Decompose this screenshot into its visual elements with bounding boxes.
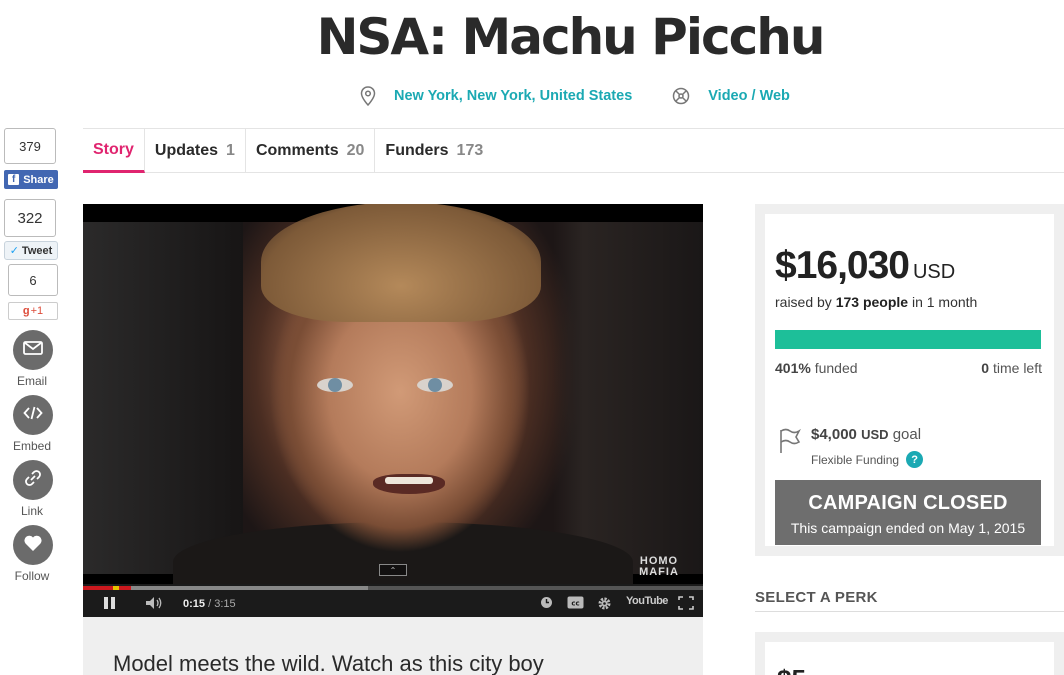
campaign-closed-banner: CAMPAIGN CLOSED This campaign ended on M…: [775, 480, 1041, 545]
svg-text:cc: cc: [571, 600, 579, 608]
twitter-tweet-count: 322: [4, 199, 56, 237]
current-time: 0:15: [183, 598, 206, 610]
tab-label: Funders: [385, 142, 449, 159]
link-label: Link: [20, 504, 43, 518]
social-share-rail: 379 f Share 322 ✓ Tweet 6 g +1 Email Emb…: [4, 128, 60, 583]
watermark-text: HOMO MAFIA: [639, 555, 679, 578]
video-watermark: HOMO MAFIA: [631, 556, 687, 578]
twitter-tweet-button[interactable]: ✓ Tweet: [4, 241, 58, 260]
facebook-share-button[interactable]: f Share: [4, 170, 58, 189]
location-link[interactable]: New York, New York, United States: [394, 88, 632, 104]
clock-icon: [541, 597, 552, 608]
tab-funders[interactable]: Funders 173: [375, 129, 493, 173]
select-perk-heading: SELECT A PERK: [755, 589, 878, 606]
tab-count: 173: [456, 142, 484, 159]
envelope-icon: [23, 340, 43, 360]
closed-subtitle: This campaign ended on May 1, 2015: [790, 520, 1026, 536]
tab-count: 20: [346, 142, 365, 159]
captions-icon: cc: [567, 596, 584, 609]
youtube-logo[interactable]: YouTube: [626, 595, 668, 607]
raised-duration: in 1 month: [911, 294, 978, 310]
campaign-tabs: Story Updates 1 Comments 20 Funders 173: [83, 129, 493, 173]
code-icon: [23, 405, 43, 426]
time-left-value: 0: [981, 360, 990, 376]
follow-label: Follow: [14, 569, 50, 583]
film-reel-icon: [672, 87, 690, 105]
expand-controls-icon[interactable]: ⌃: [379, 564, 407, 576]
perk-amount: $5: [777, 664, 806, 675]
embed-button[interactable]: [13, 395, 53, 435]
gplus-count: 6: [8, 264, 58, 296]
gear-icon: [598, 597, 611, 610]
tab-comments[interactable]: Comments 20: [246, 129, 376, 173]
percent-value: 401%: [775, 360, 811, 376]
category-link[interactable]: Video / Web: [708, 88, 790, 104]
tweet-label: Tweet: [21, 244, 53, 257]
follow-button[interactable]: [13, 525, 53, 565]
captions-button[interactable]: cc: [567, 596, 584, 609]
time-left-label: time left: [992, 360, 1042, 376]
email-share-button[interactable]: [13, 330, 53, 370]
amount-currency: USD: [912, 261, 956, 283]
funder-count: 173 people: [835, 294, 909, 310]
copy-link-button[interactable]: [13, 460, 53, 500]
gplus-button[interactable]: g +1: [8, 302, 58, 320]
gplus-label: +1: [30, 305, 44, 317]
tab-label: Story: [93, 140, 134, 158]
video-progress-bar[interactable]: [83, 586, 703, 590]
tab-label: Comments: [255, 142, 339, 159]
goal-label: goal: [892, 426, 922, 443]
story-description: Model meets the wild. Watch as this city…: [83, 617, 703, 675]
pause-button[interactable]: [103, 596, 117, 610]
funding-panel: $16,030 USD raised by 173 people in 1 mon…: [755, 204, 1064, 556]
video-time: 0:15 / 3:15: [183, 598, 236, 610]
perk-card[interactable]: $5: [755, 632, 1064, 675]
link-icon: [23, 468, 43, 493]
help-icon[interactable]: ?: [906, 451, 924, 468]
closed-title: CAMPAIGN CLOSED: [808, 492, 1008, 514]
fullscreen-icon: [678, 596, 694, 610]
youtube-icon: YouTube: [626, 595, 668, 607]
flag-icon: [779, 428, 801, 459]
video-player[interactable]: HOMO MAFIA ⌃ 0:15 / 3:15 cc YouTube: [83, 204, 703, 617]
funding-progress-bar: [775, 330, 1041, 349]
facebook-icon: f: [8, 174, 20, 185]
location-pin-icon: [360, 86, 376, 106]
raised-summary: raised by 173 people in 1 month: [775, 294, 977, 310]
pause-icon: [104, 597, 115, 609]
campaign-meta: New York, New York, United States Video …: [360, 86, 790, 106]
tab-label: Updates: [154, 142, 219, 159]
watch-later-button[interactable]: [540, 596, 553, 609]
volume-icon: [146, 597, 162, 609]
duration: / 3:15: [208, 598, 236, 610]
goal-amount: $4,000: [811, 426, 857, 443]
fullscreen-button[interactable]: [678, 596, 694, 610]
time-left: 0 time left: [981, 360, 1042, 376]
email-label: Email: [16, 374, 47, 388]
tab-story[interactable]: Story: [83, 129, 145, 173]
gplus-icon: g: [22, 305, 30, 317]
funding-goal: $4,000 USD goal Flexible Funding ?: [779, 426, 924, 468]
page-title: NSA: Machu Picchu: [316, 8, 826, 66]
heart-icon: [23, 534, 43, 557]
funded-percent: 401% funded: [775, 360, 858, 376]
tab-count: 1: [226, 142, 235, 159]
goal-currency: USD: [861, 427, 889, 442]
amount-value: $16,030: [775, 244, 910, 287]
raised-amount: $16,030 USD: [775, 244, 955, 288]
settings-button[interactable]: [597, 596, 612, 611]
facebook-share-label: Share: [23, 173, 54, 186]
raised-prefix: raised by: [775, 294, 832, 310]
funding-type: Flexible Funding: [811, 452, 900, 467]
embed-label: Embed: [12, 439, 52, 453]
volume-button[interactable]: [145, 596, 165, 610]
percent-label: funded: [814, 360, 858, 376]
tab-updates[interactable]: Updates 1: [145, 129, 246, 173]
video-frame[interactable]: HOMO MAFIA: [83, 204, 703, 602]
facebook-share-count: 379: [4, 128, 56, 164]
description-text: Model meets the wild. Watch as this city…: [113, 651, 544, 675]
twitter-bird-icon: ✓: [9, 245, 19, 257]
